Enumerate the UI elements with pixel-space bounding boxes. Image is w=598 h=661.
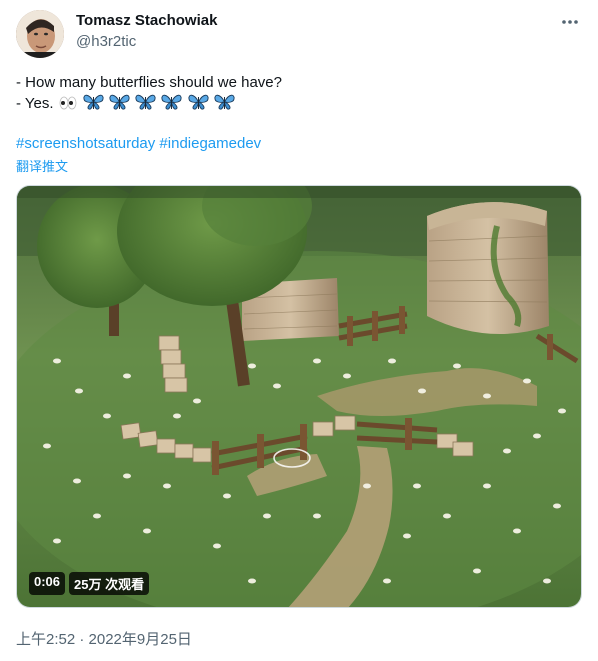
butterfly-icon (109, 93, 130, 117)
video-duration-badge: 0:06 (29, 572, 66, 595)
tweet-line-2: - Yes. (16, 93, 576, 117)
hashtag-screenshotsaturday[interactable]: #screenshotsaturday (16, 135, 155, 152)
butterfly-icon (214, 93, 235, 117)
author-handle[interactable]: @h3r2tic (76, 33, 136, 50)
eyes-icon (58, 95, 78, 117)
butterfly-icon (161, 93, 182, 117)
video-player[interactable]: 0:06 25万 次观看 (16, 185, 582, 608)
author-avatar[interactable] (16, 10, 64, 58)
butterfly-icon (83, 93, 104, 117)
hashtag-row: #screenshotsaturday #indiegamedev (16, 134, 261, 154)
butterfly-icon (135, 93, 156, 117)
tweet-timestamp[interactable]: 上午2:52 · 2022年9月25日 (16, 628, 192, 649)
tweet-line-1: - How many butterflies should we have? (16, 74, 282, 91)
more-options-icon[interactable] (560, 12, 580, 32)
tweet-line-2-prefix: - Yes. (16, 95, 54, 112)
hashtag-indiegamedev[interactable]: #indiegamedev (159, 135, 261, 152)
video-views-badge: 25万 次观看 (69, 572, 150, 595)
tweet-text: - How many butterflies should we have? -… (16, 73, 576, 117)
video-frame (17, 186, 581, 607)
butterfly-icon (188, 93, 209, 117)
author-display-name[interactable]: Tomasz Stachowiak (76, 12, 217, 29)
video-overlay-badges: 0:06 25万 次观看 (29, 572, 150, 595)
translate-tweet-link[interactable]: 翻译推文 (16, 156, 68, 175)
